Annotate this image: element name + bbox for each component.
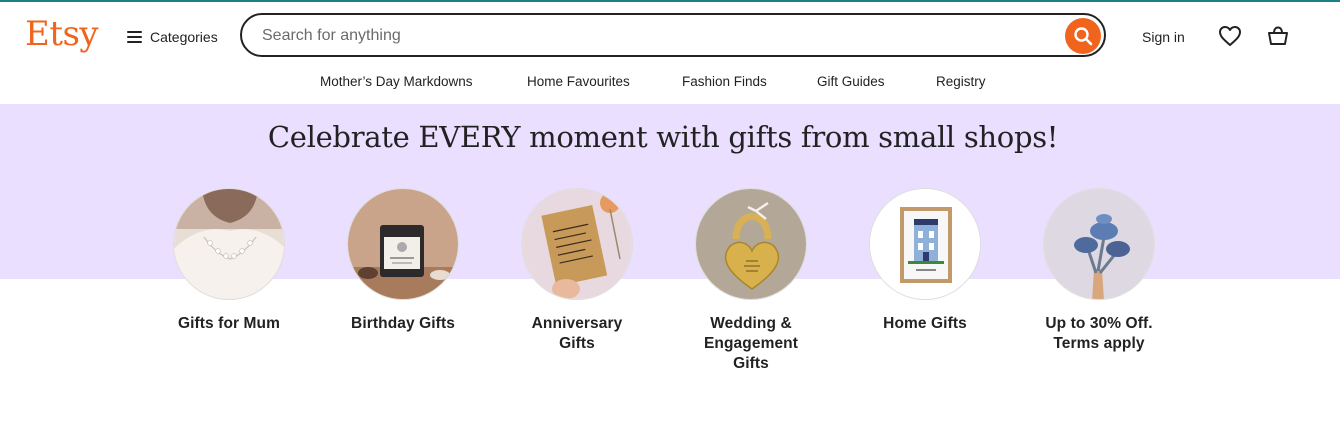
heart-icon: [1219, 26, 1241, 46]
nav-item-mothers-day[interactable]: Mother’s Day Markdowns: [320, 74, 473, 89]
sale-image: [1043, 188, 1155, 300]
search-input[interactable]: [260, 24, 1044, 48]
category-label: Up to 30% Off. Terms apply: [1045, 315, 1153, 352]
home-gifts-image: [869, 188, 981, 300]
category-label: Gifts for Mum: [177, 315, 281, 332]
category-card-sale[interactable]: Up to 30% Off. Terms apply: [1024, 188, 1174, 354]
category-card-wedding-engagement-gifts[interactable]: Wedding & Engagement Gifts: [676, 188, 826, 374]
cart-button[interactable]: [1266, 25, 1290, 52]
category-card-home-gifts[interactable]: Home Gifts: [850, 188, 1000, 334]
shopping-bag-icon: [1268, 26, 1288, 45]
sign-in-link[interactable]: Sign in: [1142, 29, 1185, 45]
wedding-engagement-gifts-image: [695, 188, 807, 300]
categories-button[interactable]: Categories: [127, 29, 218, 45]
nav-item-fashion-finds[interactable]: Fashion Finds: [682, 74, 767, 89]
categories-label: Categories: [150, 29, 218, 45]
search-button[interactable]: [1065, 18, 1101, 54]
category-label: Anniversary Gifts: [531, 315, 623, 352]
category-nav: Mother’s Day Markdowns Home Favourites F…: [0, 74, 1340, 94]
hamburger-icon: [127, 31, 142, 43]
gifts-for-mum-image: [173, 188, 285, 300]
category-label: Birthday Gifts: [351, 315, 455, 332]
category-card-anniversary-gifts[interactable]: Anniversary Gifts: [502, 188, 652, 354]
nav-item-home-favourites[interactable]: Home Favourites: [527, 74, 630, 89]
birthday-gifts-image: [347, 188, 459, 300]
anniversary-gifts-image: [521, 188, 633, 300]
category-card-birthday-gifts[interactable]: Birthday Gifts: [328, 188, 478, 334]
nav-item-registry[interactable]: Registry: [936, 74, 986, 89]
banner-headline: Celebrate EVERY moment with gifts from s…: [267, 120, 1059, 154]
nav-item-gift-guides[interactable]: Gift Guides: [817, 74, 885, 89]
category-label: Home Gifts: [883, 315, 967, 332]
search-bar: [240, 13, 1106, 57]
search-icon: [1074, 27, 1093, 46]
favourites-button[interactable]: [1218, 25, 1242, 52]
site-header: Etsy Categories Sign in Mother’s Day Mar…: [0, 2, 1340, 105]
category-card-gifts-for-mum[interactable]: Gifts for Mum: [154, 188, 304, 334]
category-label: Wedding & Engagement Gifts: [703, 315, 798, 372]
etsy-logo[interactable]: Etsy: [25, 14, 99, 54]
